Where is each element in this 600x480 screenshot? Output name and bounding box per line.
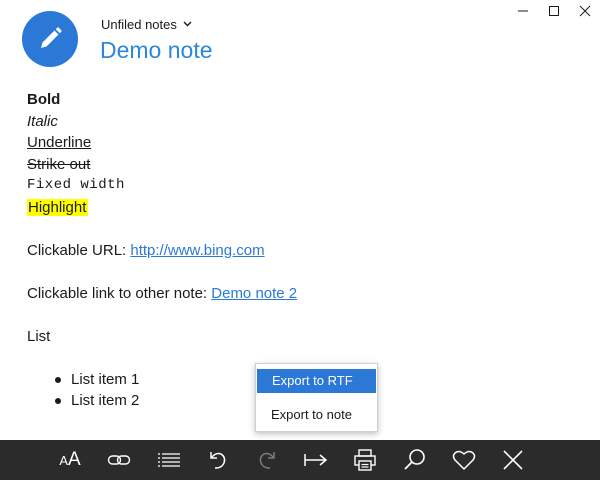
close-note-button[interactable]: [493, 440, 533, 480]
print-icon: [354, 449, 376, 471]
chevron-down-icon: [183, 21, 192, 27]
close-icon: [503, 450, 523, 470]
note-header: Unfiled notes Demo note: [0, 0, 600, 80]
notebook-label: Unfiled notes: [101, 16, 177, 32]
url-line: Clickable URL: http://www.bing.com: [27, 240, 587, 262]
note-link-line: Clickable link to other note: Demo note …: [27, 283, 587, 305]
undo-button[interactable]: [198, 440, 238, 480]
pencil-icon: [41, 27, 62, 48]
favorite-icon: [452, 450, 476, 471]
redo-icon: [259, 452, 275, 469]
indent-icon: [304, 454, 328, 466]
font-size-icon: AA: [59, 449, 81, 470]
search-button[interactable]: [395, 440, 435, 480]
favorite-button[interactable]: [444, 440, 484, 480]
url-link[interactable]: http://www.bing.com: [130, 242, 264, 259]
export-menu: Export to RTF Export to note: [255, 363, 378, 432]
search-icon: [404, 449, 425, 470]
indent-button[interactable]: [296, 440, 336, 480]
underline-text: Underline: [27, 134, 92, 151]
link-button[interactable]: [99, 440, 139, 480]
fixed-width-text: Fixed width: [27, 177, 125, 193]
print-button[interactable]: [345, 440, 385, 480]
strikeout-text: Strike out: [27, 155, 91, 173]
list-heading: List: [27, 327, 51, 345]
italic-text: Italic: [27, 112, 58, 130]
font-size-button[interactable]: AA: [50, 440, 90, 480]
edit-note-button[interactable]: [22, 11, 78, 67]
bottom-toolbar: AA: [0, 440, 600, 480]
bold-text: Bold: [27, 91, 61, 108]
note-link-label: Clickable link to other note:: [27, 284, 212, 302]
highlight-text: Highlight: [27, 198, 89, 216]
notebook-selector[interactable]: Unfiled notes: [101, 15, 192, 33]
menu-item-export-rtf[interactable]: Export to RTF: [257, 369, 376, 393]
menu-item-export-note[interactable]: Export to note: [256, 403, 377, 427]
note-title[interactable]: Demo note: [100, 37, 213, 64]
url-label: Clickable URL:: [27, 241, 131, 259]
redo-button[interactable]: [247, 440, 287, 480]
link-icon: [107, 455, 131, 465]
note-link[interactable]: Demo note 2: [211, 285, 297, 302]
list-icon: [158, 453, 180, 467]
undo-icon: [210, 452, 226, 469]
list-button[interactable]: [149, 440, 189, 480]
